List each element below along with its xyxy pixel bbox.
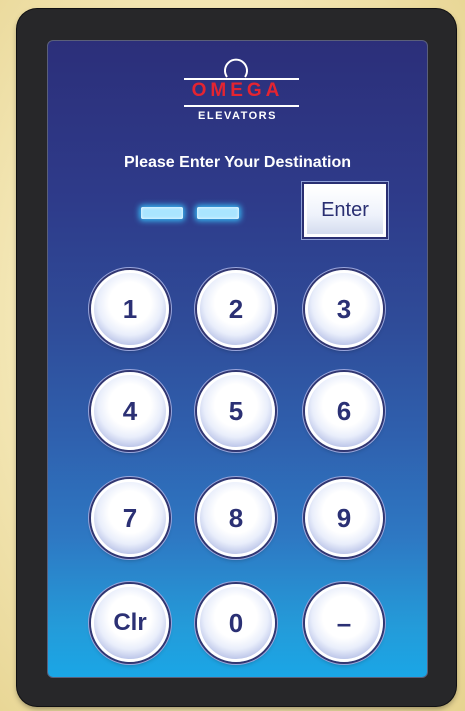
key-6[interactable]: 6 xyxy=(305,372,383,450)
logo-brand: OMEGA xyxy=(191,80,284,101)
key-3[interactable]: 3 xyxy=(305,270,383,348)
key-4[interactable]: 4 xyxy=(91,372,169,450)
floor-display-digit-1 xyxy=(141,207,183,219)
dash-key[interactable]: – xyxy=(305,584,383,662)
key-5[interactable]: 5 xyxy=(197,372,275,450)
key-2[interactable]: 2 xyxy=(197,270,275,348)
keypad-screen: OMEGA ELEVATORS Please Enter Your Destin… xyxy=(47,40,428,678)
key-8[interactable]: 8 xyxy=(197,479,275,557)
enter-button[interactable]: Enter xyxy=(304,184,386,237)
clear-key[interactable]: Clr xyxy=(91,584,169,662)
key-1[interactable]: 1 xyxy=(91,270,169,348)
destination-prompt: Please Enter Your Destination xyxy=(123,154,352,171)
omega-logo: OMEGA ELEVATORS xyxy=(48,49,427,122)
key-9[interactable]: 9 xyxy=(305,479,383,557)
floor-display-digit-2 xyxy=(197,207,239,219)
logo-subtitle: ELEVATORS xyxy=(198,110,277,122)
key-7[interactable]: 7 xyxy=(91,479,169,557)
key-0[interactable]: 0 xyxy=(197,584,275,662)
logo-bottom-bar xyxy=(184,105,299,107)
